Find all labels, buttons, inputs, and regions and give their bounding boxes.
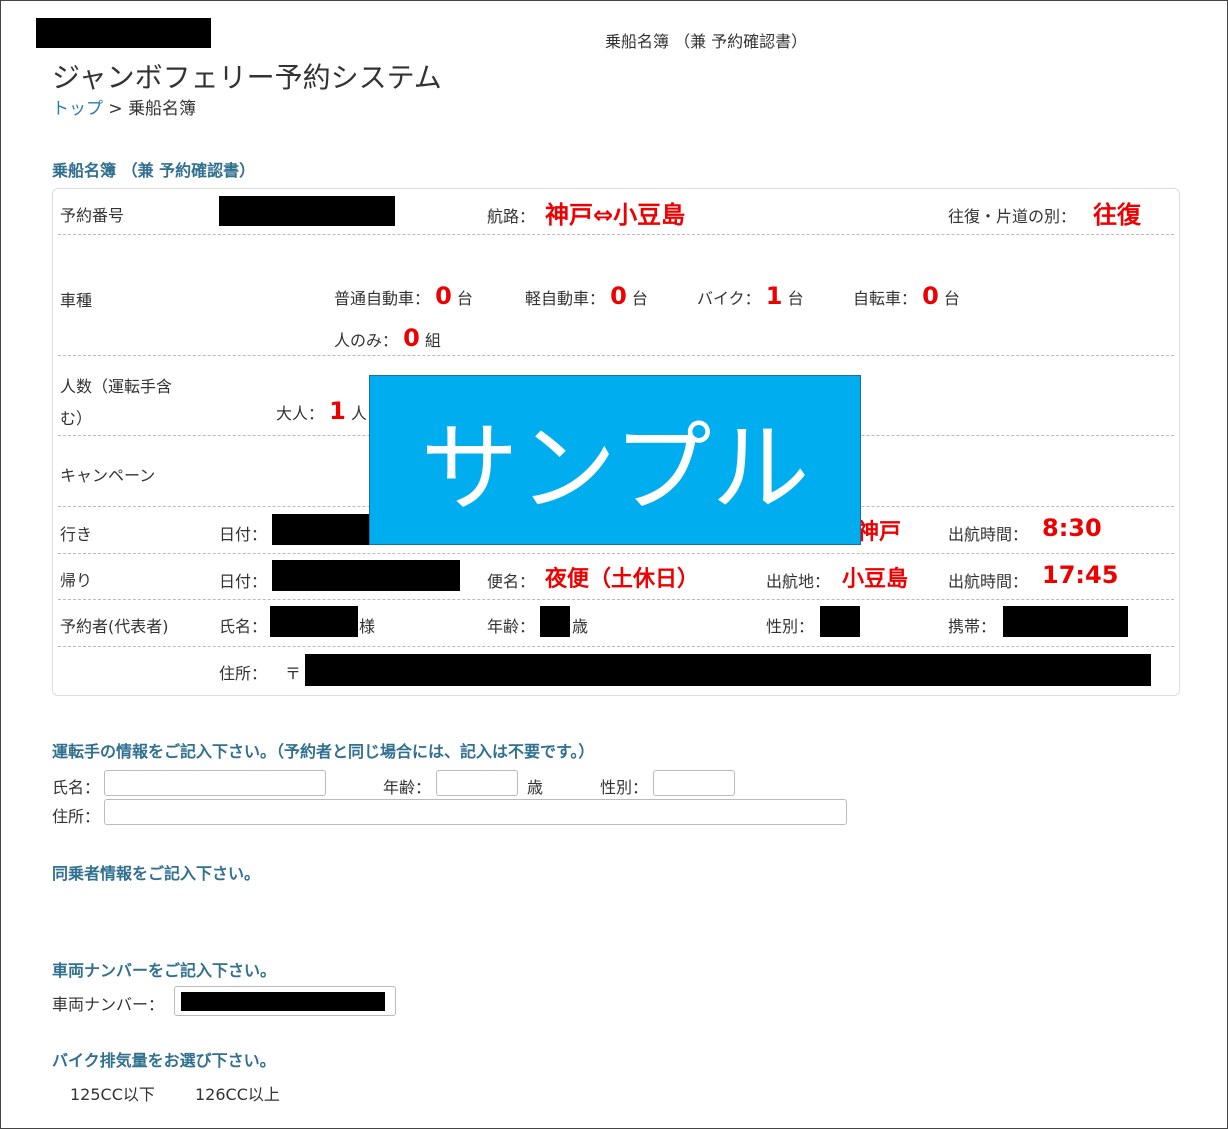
return-time: 17:45 [1042, 561, 1119, 589]
redacted-rep-age [540, 606, 570, 637]
vehicle-people-only: 人のみ： 0 組 [334, 324, 441, 352]
doc-title: 乗船名簿 （兼 予約確認書） [605, 32, 808, 51]
driver-address-label: 住所： [52, 807, 101, 826]
driver-age-unit: 歳 [527, 778, 544, 797]
bike-section-title: バイク排気量をお選び下さい。 [52, 1051, 276, 1070]
outbound-time-label: 出航時間： [948, 525, 1029, 544]
vehicle-bike: バイク： 1 台 [697, 282, 804, 310]
vehicle-number-label: 車両ナンバー： [52, 995, 165, 1014]
breadcrumb-home-link[interactable]: トップ [52, 99, 103, 119]
outbound-date-label: 日付： [219, 525, 268, 544]
driver-age-input[interactable] [436, 770, 518, 796]
driver-sex-input[interactable] [653, 770, 735, 796]
route-label: 航路： [487, 207, 536, 226]
representative-label: 予約者(代表者) [60, 617, 169, 636]
driver-age-label: 年齢： [383, 778, 432, 797]
trip-type-value: 往復 [1093, 201, 1141, 229]
rep-age-unit: 歳 [572, 617, 589, 636]
reservation-number-label: 予約番号 [60, 206, 125, 225]
vehicle-bicycle: 自転車： 0 台 [853, 282, 960, 310]
outbound-time: 8:30 [1042, 514, 1102, 542]
driver-name-label: 氏名： [52, 778, 101, 797]
section-title: 乗船名簿 （兼 予約確認書） [52, 161, 256, 180]
redacted-logo [36, 18, 211, 48]
vehicle-number-input[interactable] [174, 986, 396, 1016]
return-flight-label: 便名： [487, 572, 536, 591]
rep-age-label: 年齢： [487, 617, 536, 636]
rep-name-suffix: 様 [359, 617, 376, 636]
bike-option-126-or-more[interactable]: 126CC以上 [195, 1081, 280, 1105]
return-port-label: 出航地： [766, 572, 831, 591]
driver-section-title: 運転手の情報をご記入下さい。（予約者と同じ場合には、記入は不要です。） [52, 742, 595, 761]
vehicle-car: 普通自動車： 0 台 [334, 282, 473, 310]
redacted-reservation-number [219, 196, 395, 226]
redacted-rep-mobile [1003, 606, 1128, 637]
trip-type-label: 往復・片道の別： [948, 207, 1077, 226]
return-date-label: 日付： [219, 572, 268, 591]
return-port: 小豆島 [842, 567, 909, 592]
breadcrumb-current: 乗船名簿 [128, 99, 197, 119]
vehicle-number-section-title: 車両ナンバーをご記入下さい。 [52, 961, 277, 980]
companions-section-title: 同乗者情報をご記入下さい。 [52, 864, 261, 883]
rep-sex-label: 性別： [766, 617, 815, 636]
postal-mark: 〒 [285, 664, 302, 683]
vehicle-type-label: 車種 [60, 291, 93, 310]
breadcrumb-separator: > [108, 99, 123, 119]
vehicle-kei: 軽自動車： 0 台 [525, 282, 648, 310]
people-count-label: 人数（運転手含む） [60, 377, 173, 428]
rep-mobile-label: 携帯： [948, 617, 997, 636]
redacted-vehicle-number [181, 992, 385, 1011]
breadcrumb: トップ > 乗船名簿 [52, 94, 196, 119]
route-value: 神戸⇔小豆島 [545, 201, 686, 229]
redacted-rep-address [305, 654, 1151, 686]
return-flight: 夜便（土休日） [545, 567, 700, 592]
return-label: 帰り [60, 571, 93, 590]
rep-name-label: 氏名： [219, 617, 268, 636]
redacted-rep-sex [820, 606, 860, 637]
outbound-label: 行き [60, 525, 93, 544]
driver-address-input[interactable] [104, 799, 847, 825]
redacted-rep-name [270, 606, 358, 637]
sample-stamp: サンプル [369, 375, 861, 545]
driver-name-input[interactable] [104, 770, 326, 796]
driver-sex-label: 性別： [600, 778, 649, 797]
redacted-return-date [272, 560, 460, 591]
rep-address-label: 住所： [219, 664, 268, 683]
bike-option-125-or-less[interactable]: 125CC以下 [70, 1081, 155, 1105]
return-time-label: 出航時間： [948, 572, 1029, 591]
adult-count: 大人： 1 人 [276, 397, 367, 425]
app-title: ジャンボフェリー予約システム [52, 61, 442, 94]
campaign-label: キャンペーン [60, 466, 156, 485]
outbound-port-partial: 神戸 [857, 520, 902, 545]
